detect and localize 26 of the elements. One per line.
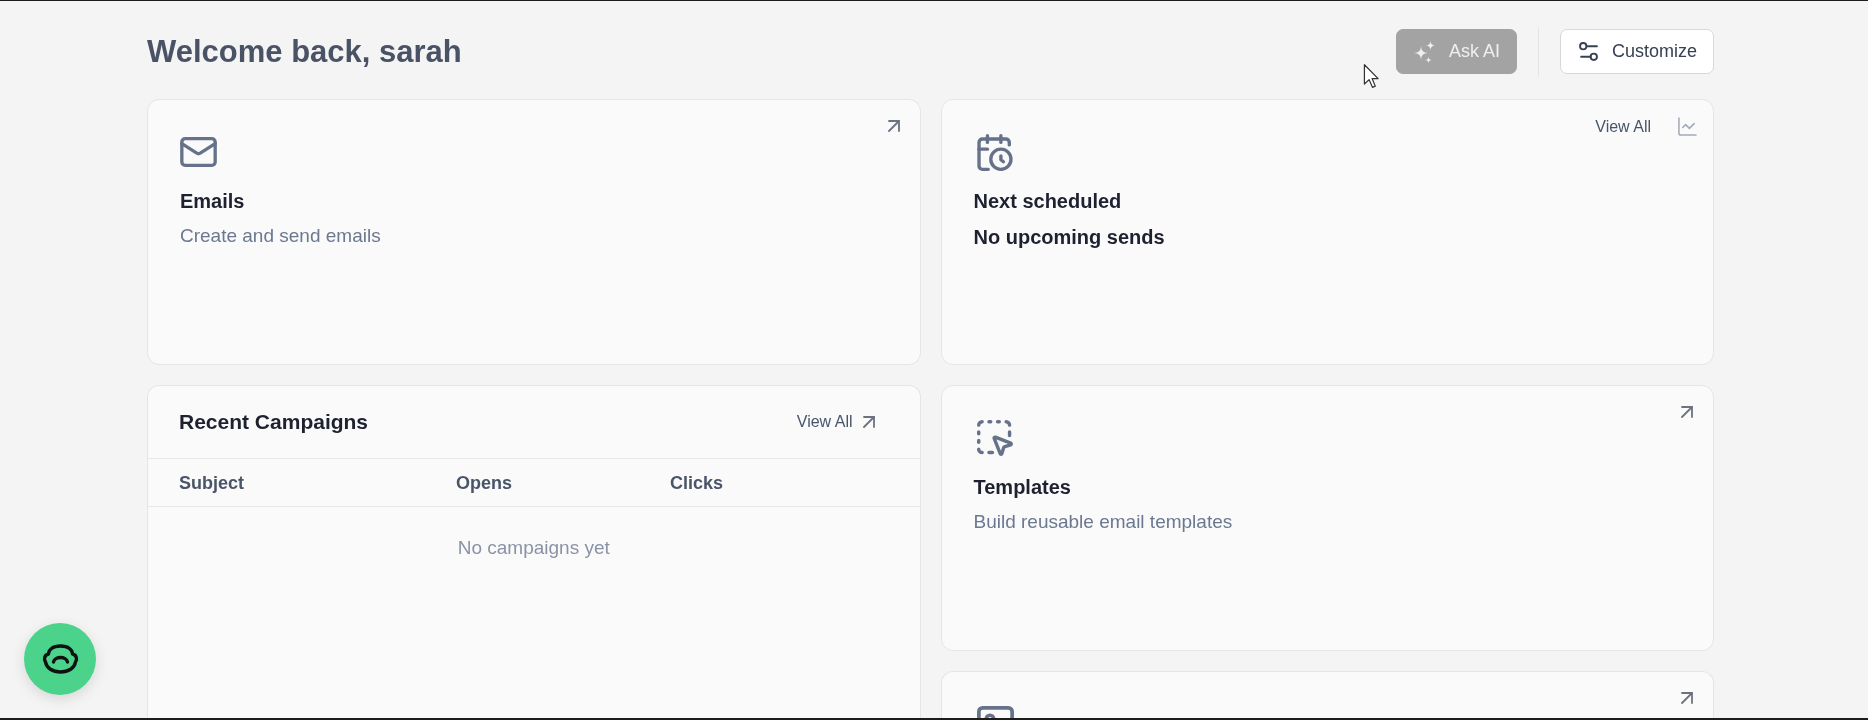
calendar-clock-icon <box>976 134 1013 171</box>
view-all-link[interactable]: View All <box>796 413 875 431</box>
column-header: Opens <box>456 471 512 494</box>
view-all-link[interactable]: View All <box>1595 117 1651 136</box>
customize-button[interactable]: Customize <box>1559 29 1714 74</box>
schedule-status: No upcoming sends <box>973 225 1165 250</box>
column-header: Subject <box>179 471 244 494</box>
column-header: Clicks <box>670 471 724 494</box>
arrow-up-right-icon[interactable] <box>887 120 900 132</box>
card-description: Create and send emails <box>180 224 381 248</box>
mouse-pointer-icon <box>1363 63 1380 90</box>
image-icon <box>976 706 1014 718</box>
mask-icon <box>41 644 79 674</box>
arrow-up-right-icon <box>862 416 875 428</box>
mail-icon <box>180 137 217 167</box>
page-title: Welcome back, sarah <box>147 33 462 70</box>
dashed-square-pointer-icon <box>976 420 1013 456</box>
empty-state-message: No campaigns yet <box>457 536 610 560</box>
card-title: Next scheduled <box>973 189 1122 214</box>
card-description: Build reusable email templates <box>973 510 1233 534</box>
arrow-up-right-icon[interactable] <box>1681 406 1693 418</box>
card-title: Recent Campaigns <box>179 409 369 435</box>
card-title: Templates <box>973 475 1071 500</box>
card-title: Emails <box>180 189 245 214</box>
arrow-up-right-icon[interactable] <box>1681 692 1693 704</box>
sliders-icon <box>1578 42 1598 61</box>
